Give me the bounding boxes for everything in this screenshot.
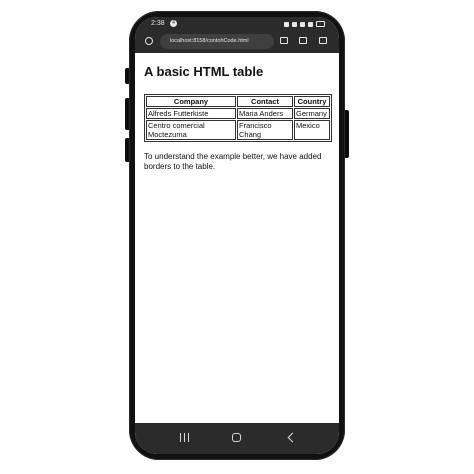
cell-company: Centro comercial Moctezuma: [146, 120, 236, 140]
phone-screen: 2:38 4 localhost:8158/contohCode.html A …: [135, 17, 339, 454]
cell-contact: Francisco Chang: [237, 120, 293, 140]
alarm-icon: [284, 21, 289, 27]
recents-icon[interactable]: [180, 433, 189, 442]
navigation-bar: [135, 423, 339, 454]
table-header-row: Company Contact Country: [146, 96, 330, 107]
page-content: A basic HTML table Company Contact Count…: [144, 64, 332, 172]
wifi-icon: [300, 21, 305, 27]
mute-icon: [292, 21, 297, 27]
column-header-country: Country: [294, 96, 330, 107]
status-icons: [284, 17, 325, 31]
table-row: Alfreds Futterkiste Maria Anders Germany: [146, 108, 330, 119]
notification-badge: 4: [170, 20, 177, 27]
signal-icon: [308, 21, 313, 27]
data-table: Company Contact Country Alfreds Futterki…: [144, 94, 332, 142]
cell-country: Germany: [294, 108, 330, 119]
browser-topbar: 2:38 4 localhost:8158/contohCode.html: [135, 17, 339, 53]
stage: 2:38 4 localhost:8158/contohCode.html A …: [0, 0, 474, 474]
cell-company: Alfreds Futterkiste: [146, 108, 236, 119]
browser-toolbar: localhost:8158/contohCode.html: [135, 31, 339, 53]
screen-mirror-icon[interactable]: [280, 37, 288, 44]
cell-country: Mexico: [294, 120, 330, 140]
status-time: 2:38: [151, 20, 165, 27]
site-info-icon[interactable]: [145, 37, 153, 45]
download-icon[interactable]: [299, 37, 307, 44]
address-bar[interactable]: localhost:8158/contohCode.html: [160, 34, 274, 49]
battery-icon: [316, 21, 325, 27]
home-icon[interactable]: [232, 433, 241, 442]
table-row: Centro comercial Moctezuma Francisco Cha…: [146, 120, 330, 140]
terminal-icon[interactable]: [319, 37, 327, 44]
cell-contact: Maria Anders: [237, 108, 293, 119]
back-icon[interactable]: [287, 432, 298, 443]
explanation-text: To understand the example better, we hav…: [144, 152, 322, 171]
status-bar: 2:38 4: [135, 17, 339, 31]
page-title: A basic HTML table: [144, 64, 264, 79]
column-header-contact: Contact: [237, 96, 293, 107]
column-header-company: Company: [146, 96, 236, 107]
